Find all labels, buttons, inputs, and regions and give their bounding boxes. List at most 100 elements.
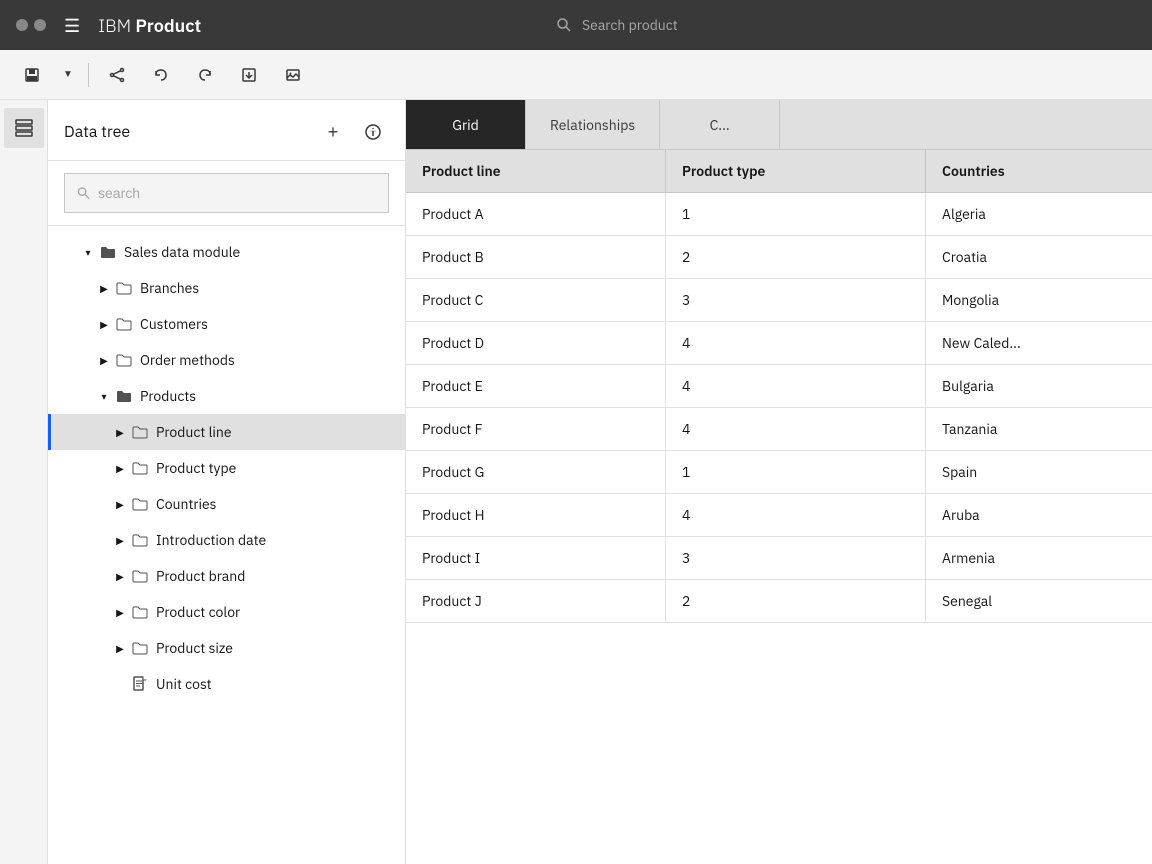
undo-button[interactable]	[141, 55, 181, 95]
cell-product-type: 2	[666, 236, 926, 278]
tree-item-introduction-date[interactable]: ▶ Introduction date	[48, 522, 405, 558]
add-item-button[interactable]: +	[317, 116, 349, 148]
folder-icon-order-methods	[116, 352, 132, 368]
chevron-products: ▾	[96, 388, 112, 404]
cell-countries: Bulgaria	[926, 365, 1152, 407]
tree-item-branches[interactable]: ▶ Branches	[48, 270, 405, 306]
info-button[interactable]	[357, 116, 389, 148]
cell-product-type: 3	[666, 537, 926, 579]
tab-c[interactable]: C...	[660, 100, 780, 149]
tree-item-customers[interactable]: ▶ Customers	[48, 306, 405, 342]
tabs-bar: Grid Relationships C...	[406, 100, 1152, 150]
data-tree-icon[interactable]	[4, 108, 44, 148]
cell-countries: Mongolia	[926, 279, 1152, 321]
toolbar: ▼	[0, 50, 1152, 100]
search-small-icon	[77, 186, 90, 200]
cell-product-line: Product J	[406, 580, 666, 622]
table-row: Product G 1 Spain	[406, 451, 1152, 494]
tree-label-customers: Customers	[140, 315, 208, 333]
table-row: Product E 4 Bulgaria	[406, 365, 1152, 408]
folder-icon-customers	[116, 316, 132, 332]
folder-icon-product-color	[132, 604, 148, 620]
search-bar[interactable]: Search product	[556, 16, 1136, 34]
save-button[interactable]	[12, 55, 52, 95]
cell-product-type: 4	[666, 494, 926, 536]
chevron-product-brand: ▶	[112, 568, 128, 584]
cell-product-type: 4	[666, 408, 926, 450]
tree-label-product-brand: Product brand	[156, 567, 245, 585]
tree-item-product-line[interactable]: ▶ Product line	[48, 414, 405, 450]
redo-button[interactable]	[185, 55, 225, 95]
tree-item-product-color[interactable]: ▶ Product color	[48, 594, 405, 630]
chevron-customers: ▶	[96, 316, 112, 332]
cell-countries: Tanzania	[926, 408, 1152, 450]
folder-icon-introduction-date	[132, 532, 148, 548]
tree-label-product-type: Product type	[156, 459, 236, 477]
export-button[interactable]	[229, 55, 269, 95]
chevron-sales-data-module: ▾	[80, 244, 96, 260]
data-grid: Product line Product type Countries Prod…	[406, 150, 1152, 864]
cell-product-line: Product B	[406, 236, 666, 278]
cell-product-type: 1	[666, 193, 926, 235]
chevron-countries: ▶	[112, 496, 128, 512]
folder-icon-product-type	[132, 460, 148, 476]
search-input[interactable]	[98, 185, 376, 201]
tree-label-sales-data-module: Sales data module	[124, 243, 240, 261]
window-controls	[16, 19, 46, 31]
tree-label-product-size: Product size	[156, 639, 233, 657]
tree-item-product-type[interactable]: ▶ Product type	[48, 450, 405, 486]
window-frame: ☰ IBM Product Search product ▼	[0, 0, 1152, 864]
cell-countries: Croatia	[926, 236, 1152, 278]
tree-item-countries[interactable]: ▶ Countries	[48, 486, 405, 522]
table-row: Product F 4 Tanzania	[406, 408, 1152, 451]
hamburger-icon[interactable]: ☰	[64, 14, 80, 37]
tree-label-unit-cost: Unit cost	[156, 675, 212, 693]
search-placeholder: Search product	[582, 16, 678, 34]
cell-countries: Algeria	[926, 193, 1152, 235]
window-dot-minimize	[34, 19, 46, 31]
table-row: Product D 4 New Caled...	[406, 322, 1152, 365]
tree-item-unit-cost[interactable]: Unit cost	[48, 666, 405, 702]
cell-countries: New Caled...	[926, 322, 1152, 364]
tab-grid[interactable]: Grid	[406, 100, 526, 149]
tree-label-introduction-date: Introduction date	[156, 531, 266, 549]
grid-header-product-line: Product line	[406, 150, 666, 192]
tree-label-product-line: Product line	[156, 423, 232, 441]
cell-product-line: Product F	[406, 408, 666, 450]
cell-product-line: Product E	[406, 365, 666, 407]
tree-label-order-methods: Order methods	[140, 351, 235, 369]
folder-icon-sales-data	[100, 244, 116, 260]
tree-item-product-size[interactable]: ▶ Product size	[48, 630, 405, 666]
tab-relationships[interactable]: Relationships	[526, 100, 660, 149]
chevron-introduction-date: ▶	[112, 532, 128, 548]
table-row: Product A 1 Algeria	[406, 193, 1152, 236]
title-bar: ☰ IBM Product Search product	[0, 0, 1152, 50]
folder-icon-products	[116, 388, 132, 404]
tree-item-order-methods[interactable]: ▶ Order methods	[48, 342, 405, 378]
chevron-order-methods: ▶	[96, 352, 112, 368]
chevron-product-size: ▶	[112, 640, 128, 656]
tree-item-product-brand[interactable]: ▶ Product brand	[48, 558, 405, 594]
cell-product-type: 2	[666, 580, 926, 622]
dropdown-button[interactable]: ▼	[56, 55, 80, 95]
folder-icon-countries	[132, 496, 148, 512]
cell-product-type: 1	[666, 451, 926, 493]
folder-icon-product-brand	[132, 568, 148, 584]
tree-item-sales-data-module[interactable]: ▾ Sales data module	[48, 234, 405, 270]
table-row: Product I 3 Armenia	[406, 537, 1152, 580]
image-button[interactable]	[273, 55, 313, 95]
table-row: Product H 4 Aruba	[406, 494, 1152, 537]
data-tree-panel: Data tree +	[48, 100, 406, 864]
app-title: IBM Product	[98, 14, 201, 37]
toolbar-divider-1	[88, 63, 89, 87]
tree-item-products[interactable]: ▾ Products	[48, 378, 405, 414]
cell-product-line: Product H	[406, 494, 666, 536]
chevron-branches: ▶	[96, 280, 112, 296]
table-row: Product C 3 Mongolia	[406, 279, 1152, 322]
search-input-container[interactable]	[64, 173, 389, 213]
cell-product-line: Product A	[406, 193, 666, 235]
tree-content: ▾ Sales data module ▶ Branches ▶	[48, 226, 405, 864]
app-title-light: IBM	[98, 14, 135, 37]
cell-countries: Aruba	[926, 494, 1152, 536]
share-button[interactable]	[97, 55, 137, 95]
